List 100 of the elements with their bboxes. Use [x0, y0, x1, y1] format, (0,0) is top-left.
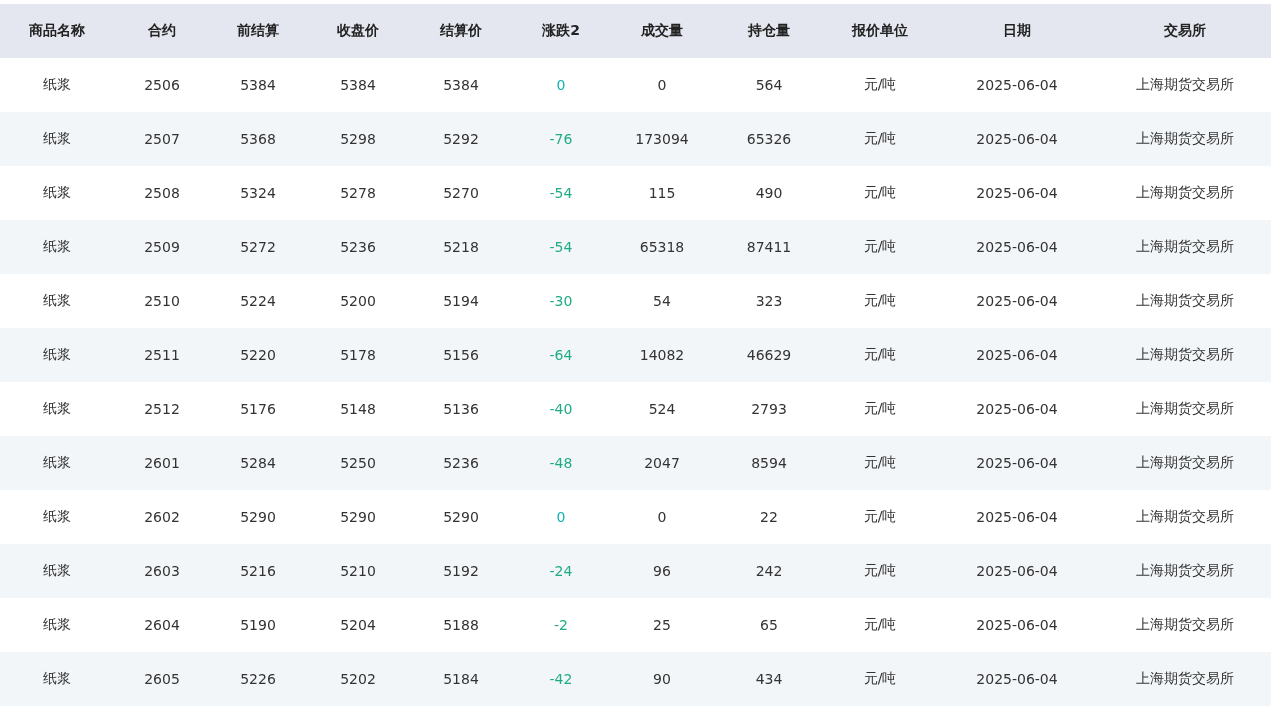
table-cell: 上海期货交易所 — [1098, 58, 1271, 112]
table-cell: 90 — [610, 652, 714, 706]
table-cell: 纸浆 — [0, 652, 114, 706]
table-cell: -30 — [512, 274, 610, 328]
table-cell: 2506 — [114, 58, 210, 112]
table-cell: 242 — [714, 544, 824, 598]
table-cell: 5298 — [306, 112, 410, 166]
table-cell: 5284 — [210, 436, 306, 490]
column-header: 成交量 — [610, 4, 714, 58]
table-cell: 上海期货交易所 — [1098, 382, 1271, 436]
table-cell: 5270 — [410, 166, 512, 220]
table-cell: 2025-06-04 — [936, 652, 1098, 706]
table-cell: 2025-06-04 — [936, 436, 1098, 490]
table-cell: 纸浆 — [0, 490, 114, 544]
table-cell: 纸浆 — [0, 58, 114, 112]
table-cell: 5190 — [210, 598, 306, 652]
table-cell: 元/吨 — [824, 112, 936, 166]
table-cell: 2601 — [114, 436, 210, 490]
table-cell: -64 — [512, 328, 610, 382]
column-header: 持仓量 — [714, 4, 824, 58]
table-cell: 上海期货交易所 — [1098, 328, 1271, 382]
column-header: 收盘价 — [306, 4, 410, 58]
table-cell: 5176 — [210, 382, 306, 436]
table-cell: 上海期货交易所 — [1098, 112, 1271, 166]
table-cell: 8594 — [714, 436, 824, 490]
table-cell: 2793 — [714, 382, 824, 436]
table-cell: 0 — [512, 58, 610, 112]
table-cell: 2510 — [114, 274, 210, 328]
table-cell: 2603 — [114, 544, 210, 598]
table-cell: 纸浆 — [0, 544, 114, 598]
table-cell: 25 — [610, 598, 714, 652]
table-cell: 元/吨 — [824, 652, 936, 706]
table-cell: 2025-06-04 — [936, 328, 1098, 382]
table-cell: 96 — [610, 544, 714, 598]
table-cell: 元/吨 — [824, 166, 936, 220]
table-cell: 元/吨 — [824, 274, 936, 328]
table-cell: 5292 — [410, 112, 512, 166]
table-cell: 5188 — [410, 598, 512, 652]
table-cell: 115 — [610, 166, 714, 220]
table-cell: 5220 — [210, 328, 306, 382]
table-cell: 2508 — [114, 166, 210, 220]
column-header: 涨跌2 — [512, 4, 610, 58]
table-cell: 65 — [714, 598, 824, 652]
table-cell: 2512 — [114, 382, 210, 436]
table-cell: 564 — [714, 58, 824, 112]
table-cell: 上海期货交易所 — [1098, 166, 1271, 220]
column-header: 结算价 — [410, 4, 512, 58]
table-cell: 5224 — [210, 274, 306, 328]
table-cell: -54 — [512, 166, 610, 220]
column-header: 交易所 — [1098, 4, 1271, 58]
table-cell: 纸浆 — [0, 382, 114, 436]
table-cell: 323 — [714, 274, 824, 328]
table-cell: 元/吨 — [824, 382, 936, 436]
table-cell: 0 — [610, 58, 714, 112]
table-cell: 5210 — [306, 544, 410, 598]
table-cell: 5250 — [306, 436, 410, 490]
table-cell: -42 — [512, 652, 610, 706]
table-cell: 5136 — [410, 382, 512, 436]
table-cell: 5148 — [306, 382, 410, 436]
table-cell: -24 — [512, 544, 610, 598]
table-cell: 2025-06-04 — [936, 220, 1098, 274]
table-cell: 上海期货交易所 — [1098, 274, 1271, 328]
column-header: 合约 — [114, 4, 210, 58]
table-cell: 纸浆 — [0, 166, 114, 220]
table-cell: -2 — [512, 598, 610, 652]
table-cell: 5200 — [306, 274, 410, 328]
table-cell: 5236 — [306, 220, 410, 274]
table-cell: 5278 — [306, 166, 410, 220]
table-cell: 2025-06-04 — [936, 166, 1098, 220]
column-header: 报价单位 — [824, 4, 936, 58]
column-header: 商品名称 — [0, 4, 114, 58]
table-cell: 5324 — [210, 166, 306, 220]
table-cell: 元/吨 — [824, 544, 936, 598]
table-cell: 纸浆 — [0, 328, 114, 382]
table-cell: 5156 — [410, 328, 512, 382]
table-cell: 2025-06-04 — [936, 58, 1098, 112]
table-cell: 2047 — [610, 436, 714, 490]
table-cell: 元/吨 — [824, 328, 936, 382]
table-cell: -48 — [512, 436, 610, 490]
table-cell: 5290 — [410, 490, 512, 544]
table-cell: 14082 — [610, 328, 714, 382]
table-cell: 87411 — [714, 220, 824, 274]
table-cell: 5236 — [410, 436, 512, 490]
table-cell: -54 — [512, 220, 610, 274]
table-cell: 0 — [610, 490, 714, 544]
table-cell: 5384 — [410, 58, 512, 112]
table-cell: 2511 — [114, 328, 210, 382]
table-cell: 2602 — [114, 490, 210, 544]
table-cell: 2025-06-04 — [936, 112, 1098, 166]
table-cell: 纸浆 — [0, 598, 114, 652]
table-cell: 5178 — [306, 328, 410, 382]
table-cell: 元/吨 — [824, 220, 936, 274]
column-header: 日期 — [936, 4, 1098, 58]
table-cell: -40 — [512, 382, 610, 436]
table-cell: 5184 — [410, 652, 512, 706]
table-cell: 上海期货交易所 — [1098, 544, 1271, 598]
table-cell: 5194 — [410, 274, 512, 328]
table-cell: 5384 — [306, 58, 410, 112]
table-cell: 元/吨 — [824, 58, 936, 112]
table-cell: 5202 — [306, 652, 410, 706]
